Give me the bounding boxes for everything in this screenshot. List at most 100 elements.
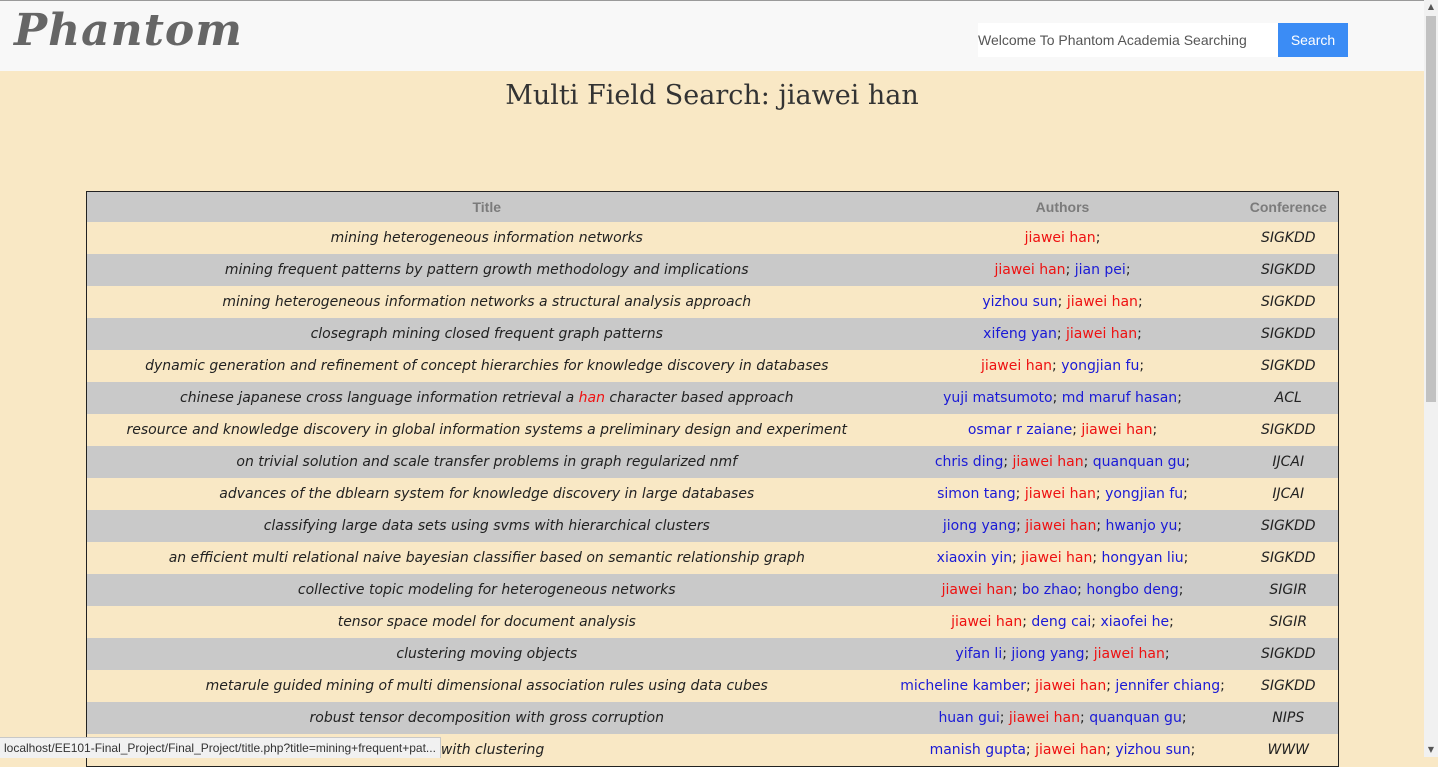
conference-name[interactable]: SIGKDD xyxy=(1261,262,1316,278)
authors-cell: xifeng yan; jiawei han; xyxy=(886,318,1239,350)
conference-name[interactable]: SIGKDD xyxy=(1261,646,1316,662)
author-link[interactable]: xiaofei he xyxy=(1100,614,1169,630)
author-link[interactable]: yifan li xyxy=(955,646,1002,662)
phantom-logo[interactable]: Phantom xyxy=(14,5,243,56)
title-highlight[interactable]: han xyxy=(579,390,605,406)
conference-name[interactable]: SIGKDD xyxy=(1261,358,1316,374)
author-link[interactable]: simon tang xyxy=(937,486,1016,502)
paper-title-text[interactable]: mining heterogeneous information network… xyxy=(222,294,751,310)
conference-name[interactable]: SIGKDD xyxy=(1261,422,1316,438)
author-link[interactable]: jiawei han xyxy=(942,582,1013,598)
author-separator: ; xyxy=(1083,454,1089,470)
paper-title-text[interactable]: chinese japanese cross language informat… xyxy=(180,390,579,406)
author-link[interactable]: yongjian fu xyxy=(1061,358,1139,374)
conference-name[interactable]: ACL xyxy=(1275,390,1302,406)
paper-title-cell: dynamic generation and refinement of con… xyxy=(86,350,887,382)
conference-name[interactable]: NIPS xyxy=(1272,710,1304,726)
author-link[interactable]: jian pei xyxy=(1075,262,1126,278)
author-link[interactable]: jiawei han xyxy=(1094,646,1165,662)
author-link[interactable]: jiawei han xyxy=(1067,294,1138,310)
author-link[interactable]: quanquan gu xyxy=(1089,710,1182,726)
paper-title-text[interactable]: dynamic generation and refinement of con… xyxy=(145,358,828,374)
author-separator: ; xyxy=(1052,358,1057,374)
conference-name[interactable]: SIGKDD xyxy=(1261,678,1316,694)
conference-name[interactable]: WWW xyxy=(1267,742,1309,758)
paper-title-text[interactable]: resource and knowledge discovery in glob… xyxy=(126,422,847,438)
author-link[interactable]: huan gui xyxy=(938,710,999,726)
column-header-authors[interactable]: Authors xyxy=(886,191,1239,222)
conference-name[interactable]: SIGKDD xyxy=(1261,550,1316,566)
conference-cell: IJCAI xyxy=(1238,478,1339,510)
scroll-down-arrow-icon[interactable]: ▼ xyxy=(1424,743,1438,757)
author-link[interactable]: jennifer chiang xyxy=(1115,678,1220,694)
author-link[interactable]: chris ding xyxy=(935,454,1004,470)
vertical-scrollbar[interactable]: ▲ ▼ xyxy=(1424,0,1438,757)
paper-title-text[interactable]: advances of the dblearn system for knowl… xyxy=(219,486,754,502)
author-link[interactable]: md maruf hasan xyxy=(1062,390,1177,406)
paper-title-text[interactable]: collective topic modeling for heterogene… xyxy=(298,582,676,598)
author-link[interactable]: jiawei han xyxy=(1025,486,1096,502)
conference-name[interactable]: SIGKDD xyxy=(1261,230,1316,246)
author-link[interactable]: jiawei han xyxy=(1081,422,1152,438)
author-link[interactable]: osmar r zaiane xyxy=(968,422,1072,438)
table-row: classifying large data sets using svms w… xyxy=(86,510,1339,542)
conference-name[interactable]: SIGKDD xyxy=(1261,518,1316,534)
paper-title-text[interactable]: tensor space model for document analysis xyxy=(338,614,636,630)
conference-name[interactable]: SIGKDD xyxy=(1261,294,1316,310)
column-header-conference[interactable]: Conference xyxy=(1238,191,1339,222)
author-link[interactable]: quanquan gu xyxy=(1093,454,1186,470)
paper-title-text[interactable]: an efficient multi relational naive baye… xyxy=(169,550,805,566)
author-link[interactable]: bo zhao xyxy=(1022,582,1077,598)
conference-name[interactable]: IJCAI xyxy=(1272,454,1304,470)
paper-title-text[interactable]: mining frequent patterns by pattern grow… xyxy=(225,262,749,278)
paper-title-text[interactable]: s with clustering xyxy=(429,742,544,758)
search-input[interactable] xyxy=(978,23,1278,57)
paper-title-text[interactable]: clustering moving objects xyxy=(396,646,577,662)
author-link[interactable]: jiawei han xyxy=(1035,742,1106,758)
search-button[interactable]: Search xyxy=(1278,23,1348,57)
paper-title-text[interactable]: character based approach xyxy=(605,390,793,406)
author-link[interactable]: jiawei han xyxy=(951,614,1022,630)
conference-name[interactable]: SIGKDD xyxy=(1261,326,1316,342)
author-link[interactable]: jiawei han xyxy=(981,358,1052,374)
author-link[interactable]: manish gupta xyxy=(930,742,1026,758)
author-link[interactable]: jiawei han xyxy=(994,262,1065,278)
author-link[interactable]: hongyan liu xyxy=(1102,550,1184,566)
scrollbar-thumb[interactable] xyxy=(1426,16,1436,402)
author-link[interactable]: jiong yang xyxy=(1011,646,1084,662)
author-link[interactable]: yongjian fu xyxy=(1105,486,1183,502)
conference-name[interactable]: SIGIR xyxy=(1269,614,1307,630)
paper-title-text[interactable]: closegraph mining closed frequent graph … xyxy=(311,326,663,342)
author-link[interactable]: jiawei han xyxy=(1009,710,1080,726)
conference-name[interactable]: SIGIR xyxy=(1269,582,1307,598)
column-header-title[interactable]: Title xyxy=(86,191,887,222)
author-link[interactable]: jiawei han xyxy=(1035,678,1106,694)
author-link[interactable]: jiawei han xyxy=(1066,326,1137,342)
author-link[interactable]: jiawei han xyxy=(1025,518,1096,534)
author-link[interactable]: jiawei han xyxy=(1021,550,1092,566)
paper-title-text[interactable]: robust tensor decomposition with gross c… xyxy=(310,710,664,726)
paper-title-text[interactable]: mining heterogeneous information network… xyxy=(331,230,643,246)
author-link[interactable]: micheline kamber xyxy=(900,678,1026,694)
author-link[interactable]: yizhou sun xyxy=(1115,742,1190,758)
author-link[interactable]: jiong yang xyxy=(943,518,1016,534)
paper-title-text[interactable]: metarule guided mining of multi dimensio… xyxy=(206,678,768,694)
author-link[interactable]: jiawei han xyxy=(1013,454,1084,470)
paper-title-cell: chinese japanese cross language informat… xyxy=(86,382,887,414)
author-link[interactable]: xifeng yan xyxy=(983,326,1057,342)
paper-title-cell: an efficient multi relational naive baye… xyxy=(86,542,887,574)
author-link[interactable]: xiaoxin yin xyxy=(937,550,1012,566)
author-link[interactable]: hwanjo yu xyxy=(1106,518,1178,534)
author-link[interactable]: jiawei han xyxy=(1025,230,1096,246)
paper-title-text[interactable]: classifying large data sets using svms w… xyxy=(264,518,710,534)
author-link[interactable]: yizhou sun xyxy=(982,294,1057,310)
scroll-up-arrow-icon[interactable]: ▲ xyxy=(1424,0,1438,14)
conference-name[interactable]: IJCAI xyxy=(1272,486,1304,502)
table-row: dynamic generation and refinement of con… xyxy=(86,350,1339,382)
author-link[interactable]: hongbo deng xyxy=(1086,582,1178,598)
table-row: chinese japanese cross language informat… xyxy=(86,382,1339,414)
paper-title-text[interactable]: on trivial solution and scale transfer p… xyxy=(236,454,737,470)
author-link[interactable]: yuji matsumoto xyxy=(943,390,1053,406)
results-body: mining heterogeneous information network… xyxy=(86,222,1339,767)
author-link[interactable]: deng cai xyxy=(1031,614,1091,630)
